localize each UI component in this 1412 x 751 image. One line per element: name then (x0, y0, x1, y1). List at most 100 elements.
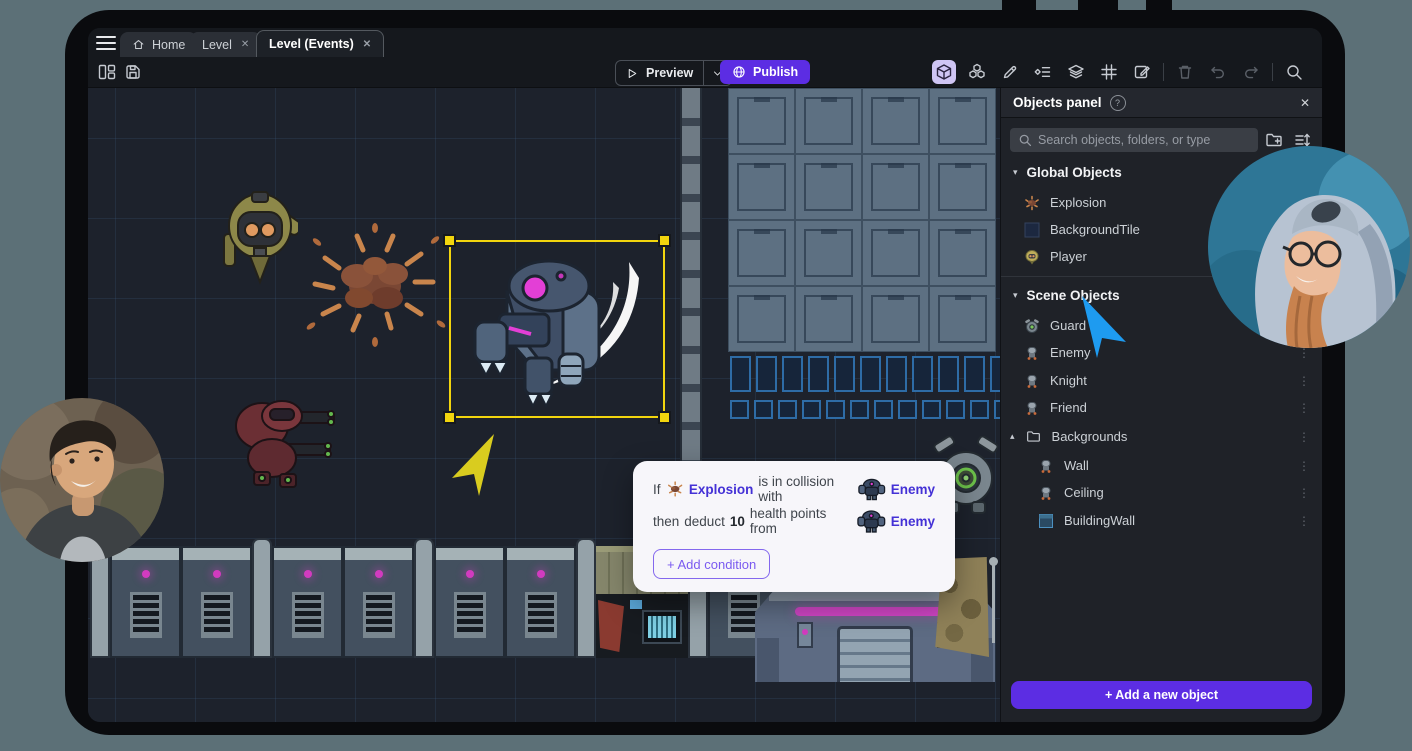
event-object-link[interactable]: Enemy (891, 514, 935, 529)
metal-tile (729, 155, 794, 219)
blue-slot (834, 356, 855, 392)
robot-icon (1037, 457, 1054, 474)
publish-button[interactable]: Publish (720, 60, 811, 84)
close-icon[interactable]: ✕ (363, 39, 371, 50)
blue-slot-small (730, 400, 749, 419)
wall-panel (434, 546, 505, 658)
panel-vent (524, 592, 557, 638)
search-input[interactable] (1010, 128, 1258, 152)
scene-canvas[interactable] (88, 88, 1000, 722)
metal-tile (729, 221, 794, 285)
scene-edit-icon[interactable] (1130, 60, 1154, 84)
folder-icon (1025, 428, 1042, 445)
object-label: Explosion (1050, 195, 1107, 210)
enemy-icon (858, 478, 886, 500)
metal-tile (930, 155, 995, 219)
close-icon[interactable]: ✕ (241, 39, 249, 50)
object-row-enemy[interactable]: Enemy ⋮ (1001, 339, 1322, 366)
cube-icon[interactable] (932, 60, 956, 84)
object-row-friend[interactable]: Friend ⋮ (1001, 394, 1322, 421)
explosion-sprite[interactable] (295, 218, 455, 353)
wall-panel (110, 546, 181, 658)
tab-level[interactable]: Level ✕ (190, 32, 262, 57)
row-menu-icon[interactable]: ⋮ (1298, 459, 1310, 473)
layout-panes-icon[interactable] (98, 63, 116, 81)
blue-slot (886, 356, 907, 392)
search-icon[interactable] (1282, 60, 1306, 84)
den-interior (596, 594, 688, 658)
panel-light (536, 570, 545, 578)
save-icon[interactable] (124, 63, 142, 81)
object-label: BuildingWall (1064, 513, 1136, 528)
turret-robot-sprite[interactable] (228, 392, 340, 490)
tab-home[interactable]: Home (120, 32, 198, 57)
row-menu-icon[interactable]: ⋮ (1298, 430, 1310, 444)
metal-tile (796, 89, 861, 153)
selection-handle[interactable] (443, 234, 456, 247)
wall-panel (272, 546, 343, 658)
blue-slot-small (826, 400, 845, 419)
event-condition-text: is in collision with (758, 474, 835, 504)
wall-panel (343, 546, 414, 658)
add-new-object-button[interactable]: + Add a new object (1011, 681, 1312, 709)
metal-tile (729, 89, 794, 153)
terminal-monitor (642, 610, 682, 644)
cube-group-icon[interactable] (965, 60, 989, 84)
metal-tile (930, 287, 995, 351)
add-condition-button[interactable]: + Add condition (653, 549, 771, 579)
blue-tile-icon (1037, 512, 1054, 529)
event-object-link[interactable]: Explosion (689, 482, 754, 497)
pencil-icon[interactable] (998, 60, 1022, 84)
add-object-label: + Add a new object (1104, 688, 1219, 702)
selection-handle[interactable] (658, 234, 671, 247)
tab-level-events[interactable]: Level (Events) ✕ (256, 30, 385, 57)
object-row-ceiling[interactable]: Ceiling ⋮ (1001, 479, 1322, 506)
metal-tile (796, 155, 861, 219)
trash-icon[interactable] (1173, 60, 1197, 84)
selection-box[interactable] (443, 234, 671, 424)
panel-vent (362, 592, 395, 638)
red-drape (598, 600, 624, 652)
redo-icon[interactable] (1239, 60, 1263, 84)
object-row-backgrounds-folder[interactable]: ▴ Backgrounds ⋮ (1001, 423, 1322, 450)
avatar-man (0, 398, 164, 562)
selection-handle[interactable] (658, 411, 671, 424)
object-row-buildingwall[interactable]: BuildingWall ⋮ (1001, 507, 1322, 534)
robot-icon (1023, 399, 1040, 416)
menu-icon[interactable] (96, 36, 116, 50)
wall-pillar (414, 538, 434, 658)
blue-slot (964, 356, 985, 392)
preview-button[interactable]: Preview (616, 66, 703, 80)
grid-icon[interactable] (1097, 60, 1121, 84)
metal-tile (863, 287, 928, 351)
event-card[interactable]: If Explosion is in collision with Enemy … (633, 461, 955, 592)
row-menu-icon[interactable]: ⋮ (1298, 514, 1310, 528)
panel-light (141, 570, 150, 578)
object-row-wall[interactable]: Wall ⋮ (1001, 452, 1322, 479)
event-sheet-icon[interactable] (1031, 60, 1055, 84)
panel-vent (727, 592, 760, 638)
undo-icon[interactable] (1206, 60, 1230, 84)
row-menu-icon[interactable]: ⋮ (1298, 401, 1310, 415)
object-label: Wall (1064, 458, 1089, 473)
olive-robot-sprite[interactable] (222, 190, 298, 286)
panel-title: Objects panel (1013, 95, 1102, 110)
blue-slot (860, 356, 881, 392)
preview-label: Preview (646, 66, 694, 80)
building-garage-door (837, 626, 913, 682)
app-window: Home Level ✕ Level (Events) ✕ Preview Pu… (88, 28, 1322, 722)
event-object-link[interactable]: Enemy (891, 482, 935, 497)
object-row-knight[interactable]: Knight ⋮ (1001, 367, 1322, 394)
help-icon[interactable]: ? (1109, 94, 1126, 111)
tab-label: Level (202, 37, 232, 52)
row-menu-icon[interactable]: ⋮ (1298, 486, 1310, 500)
close-icon[interactable]: ✕ (1300, 96, 1310, 110)
row-menu-icon[interactable]: ⋮ (1298, 374, 1310, 388)
small-screen (630, 600, 642, 609)
blue-slot-small (946, 400, 965, 419)
blue-slot-small (898, 400, 917, 419)
event-action-value[interactable]: 10 (730, 514, 745, 529)
page: Home Level ✕ Level (Events) ✕ Preview Pu… (0, 0, 1412, 751)
selection-handle[interactable] (443, 411, 456, 424)
layers-icon[interactable] (1064, 60, 1088, 84)
